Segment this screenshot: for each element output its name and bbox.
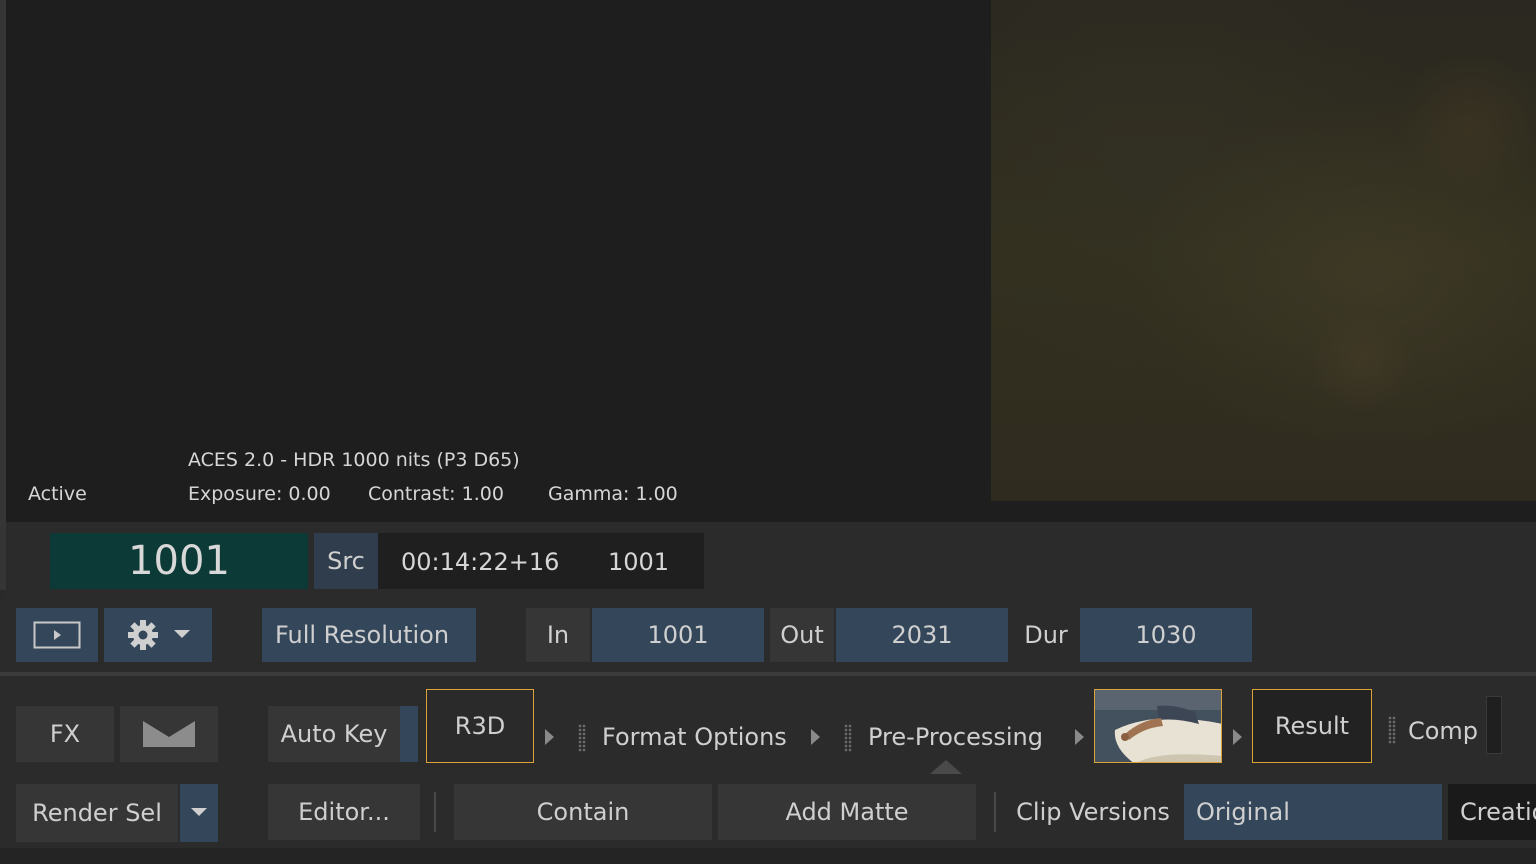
toolbar-separator	[994, 792, 996, 832]
r3d-node[interactable]: R3D	[426, 689, 534, 763]
clip-thumbnail-image	[1095, 690, 1221, 762]
fx-button[interactable]: FX	[16, 706, 114, 762]
auto-key-indicator	[400, 706, 418, 762]
creation-button[interactable]: Creatio	[1448, 784, 1536, 840]
viewer-edge	[0, 0, 6, 590]
drag-handle-icon[interactable]	[578, 724, 586, 752]
clip-thumbnail[interactable]	[1094, 689, 1222, 763]
bottom-edge	[0, 848, 1536, 864]
viewer-image[interactable]	[991, 0, 1536, 501]
playback-controls-row	[0, 602, 1536, 672]
render-options-dropdown[interactable]	[180, 784, 218, 842]
pre-processing-node[interactable]: Pre-Processing	[862, 712, 1054, 762]
add-matte-button[interactable]: Add Matte	[718, 784, 976, 840]
clip-version-dropdown[interactable]: Original	[1184, 784, 1442, 840]
duration-field[interactable]: 1030	[1080, 608, 1252, 662]
settings-menu-button[interactable]	[104, 608, 212, 662]
render-selection-button[interactable]: Render Sel	[16, 784, 178, 842]
viewer-status: Active	[28, 483, 87, 505]
clip-versions-label: Clip Versions	[1016, 798, 1170, 826]
gear-icon	[128, 620, 158, 650]
out-point-button[interactable]: Out	[770, 608, 834, 662]
editor-button[interactable]: Editor...	[268, 784, 420, 840]
auto-key-button[interactable]: Auto Key	[268, 706, 400, 762]
current-frame-field[interactable]: 1001	[50, 533, 308, 589]
player-mode-button[interactable]	[16, 608, 98, 662]
drag-handle-icon[interactable]	[1388, 716, 1396, 744]
duration-label: Dur	[1024, 621, 1068, 649]
drag-handle-icon[interactable]	[844, 724, 852, 752]
resolution-dropdown[interactable]: Full Resolution	[262, 608, 476, 662]
source-timecode: 00:14:22+16	[401, 548, 560, 576]
exposure-readout: Exposure: 0.00	[188, 483, 331, 505]
pipeline-arrow-icon	[1075, 729, 1084, 745]
in-point-button[interactable]: In	[526, 608, 590, 662]
pipeline-arrow-icon	[545, 729, 554, 745]
chevron-down-icon	[191, 808, 207, 816]
comp-node[interactable]: Comp	[1404, 706, 1482, 756]
pipeline-arrow-icon	[811, 729, 820, 745]
pipeline-arrow-icon	[1233, 729, 1242, 745]
gamma-readout: Gamma: 1.00	[548, 483, 678, 505]
source-frame: 1001	[608, 548, 670, 576]
out-point-field[interactable]: 2031	[836, 608, 1008, 662]
src-toggle-button[interactable]: Src	[314, 533, 378, 589]
bowtie-matte-icon	[143, 721, 195, 747]
view-transform-label: ACES 2.0 - HDR 1000 nits (P3 D65)	[188, 449, 520, 471]
matte-view-button[interactable]	[120, 706, 218, 762]
pipeline-scroll-handle[interactable]	[1486, 696, 1502, 754]
selected-node-marker-icon	[930, 760, 962, 774]
format-options-node[interactable]: Format Options	[596, 712, 787, 762]
contrast-readout: Contrast: 1.00	[368, 483, 504, 505]
result-node[interactable]: Result	[1252, 689, 1372, 763]
play-frame-icon	[33, 621, 81, 649]
contain-button[interactable]: Contain	[454, 784, 712, 840]
toolbar-separator	[434, 792, 436, 832]
in-point-field[interactable]: 1001	[592, 608, 764, 662]
chevron-down-icon	[174, 630, 190, 638]
